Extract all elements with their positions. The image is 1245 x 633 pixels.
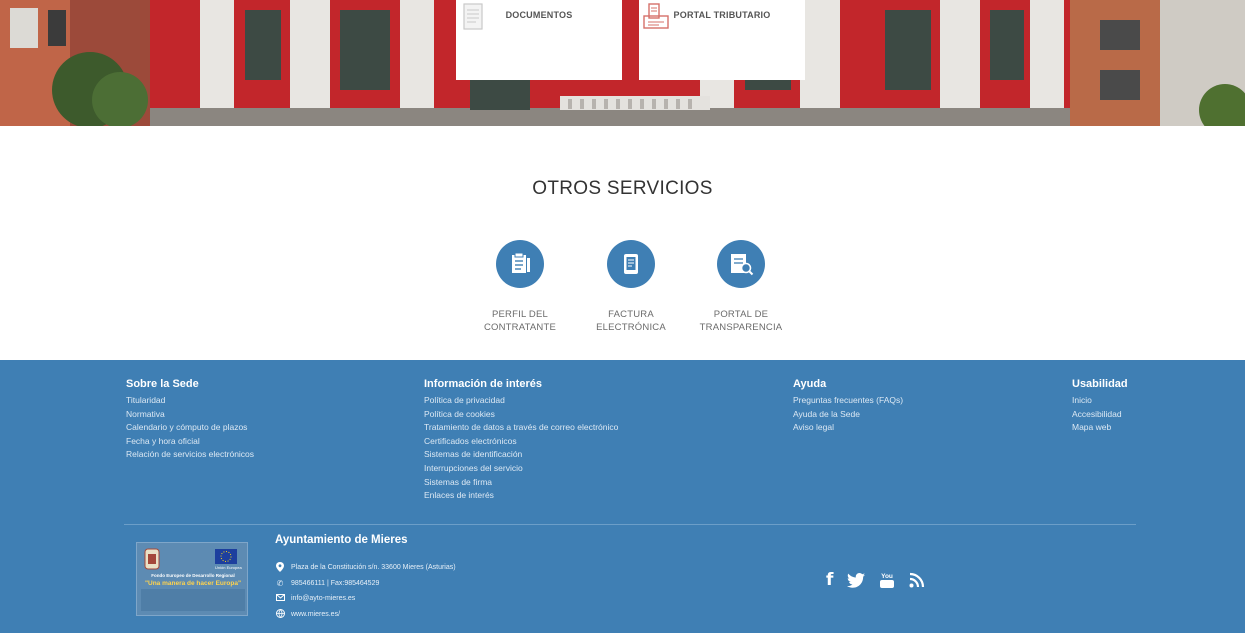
service-factura-electronica-label: FACTURA ELECTRÓNICA xyxy=(596,309,666,333)
footer-col-title: Ayuda xyxy=(793,378,827,390)
footer-link-privacidad[interactable]: Política de privacidad xyxy=(424,394,618,408)
footer-link-mapa-web[interactable]: Mapa web xyxy=(1072,421,1128,435)
service-portal-transparencia[interactable]: PORTAL DE TRANSPARENCIA xyxy=(686,240,796,334)
footer-link-relacion-servicios[interactable]: Relación de servicios electrónicos xyxy=(126,448,254,462)
location-pin-icon xyxy=(275,561,285,574)
feder-line1: Fondo Europeo de Desarrollo Regional xyxy=(151,573,235,578)
document-icon xyxy=(463,3,556,66)
footer-link-interrupciones[interactable]: Interrupciones del servicio xyxy=(424,462,618,476)
contract-profile-icon xyxy=(496,240,544,288)
footer-col-title: Sobre la Sede xyxy=(126,378,199,390)
svg-text:You: You xyxy=(882,573,894,580)
contact-web-row: www.mieres.es/ xyxy=(275,607,456,623)
twitter-icon[interactable] xyxy=(847,572,866,588)
youtube-icon[interactable]: You xyxy=(879,571,895,589)
service-portal-transparencia-label: PORTAL DE TRANSPARENCIA xyxy=(699,309,783,333)
footer-divider xyxy=(124,524,1136,525)
service-perfil-contratante-label: PERFIL DEL CONTRATANTE xyxy=(483,309,557,333)
service-factura-electronica[interactable]: FACTURA ELECTRÓNICA xyxy=(576,240,686,334)
hero-banner: DOCUMENTOS PORTAL TRIBUTARIO xyxy=(0,0,1245,126)
contact-phone: 985466111 | Fax:985464529 xyxy=(291,579,380,587)
footer-link-cookies[interactable]: Política de cookies xyxy=(424,408,618,422)
footer-col-ayuda: Ayuda Preguntas frecuentes (FAQs) Ayuda … xyxy=(793,378,903,435)
footer-link-calendario[interactable]: Calendario y cómputo de plazos xyxy=(126,421,254,435)
envelope-icon xyxy=(275,594,285,603)
card-portal-tributario[interactable]: PORTAL TRIBUTARIO xyxy=(639,0,805,80)
otros-servicios-title: OTROS SERVICIOS xyxy=(532,178,713,199)
footer-link-identificacion[interactable]: Sistemas de identificación xyxy=(424,448,618,462)
footer-link-aviso-legal[interactable]: Aviso legal xyxy=(793,421,903,435)
footer-link-accesibilidad[interactable]: Accesibilidad xyxy=(1072,408,1128,422)
contact-web[interactable]: www.mieres.es/ xyxy=(291,611,340,618)
globe-icon xyxy=(275,608,285,620)
feder-eu-label: Unión Europea xyxy=(215,565,242,570)
footer-link-tratamiento-datos[interactable]: Tratamiento de datos a través de correo … xyxy=(424,421,618,435)
contact-phone-row: ✆ 985466111 | Fax:985464529 xyxy=(275,576,456,592)
facebook-icon[interactable]: f xyxy=(826,570,833,590)
rss-icon[interactable] xyxy=(909,572,925,588)
footer-link-certificados[interactable]: Certificados electrónicos xyxy=(424,435,618,449)
footer-col-title: Información de interés xyxy=(424,378,542,390)
social-links: f You xyxy=(826,570,925,590)
footer-link-titularidad[interactable]: Titularidad xyxy=(126,394,254,408)
feder-logo: Unión Europea Fondo Europeo de Desarroll… xyxy=(136,542,248,616)
footer-link-firma[interactable]: Sistemas de firma xyxy=(424,476,618,490)
footer-col-informacion: Información de interés Política de priva… xyxy=(424,378,618,503)
phone-icon: ✆ xyxy=(276,578,284,588)
transparency-icon xyxy=(717,240,765,288)
footer-col-sobre-la-sede: Sobre la Sede Titularidad Normativa Cale… xyxy=(126,378,254,462)
contact-email[interactable]: info@ayto-mieres.es xyxy=(291,595,355,602)
org-name: Ayuntamiento de Mieres xyxy=(275,534,408,546)
e-invoice-icon xyxy=(607,240,655,288)
feder-line2: "Una manera de hacer Europa" xyxy=(144,580,242,587)
contact-info: Plaza de la Constitución s/n. 33600 Mier… xyxy=(275,560,456,622)
footer-link-enlaces[interactable]: Enlaces de interés xyxy=(424,489,618,503)
contact-address: Plaza de la Constitución s/n. 33600 Mier… xyxy=(291,564,456,572)
card-documentos[interactable]: DOCUMENTOS xyxy=(456,0,622,80)
footer-link-inicio[interactable]: Inicio xyxy=(1072,394,1128,408)
footer-link-faqs[interactable]: Preguntas frecuentes (FAQs) xyxy=(793,394,903,408)
contact-email-row: info@ayto-mieres.es xyxy=(275,591,456,607)
building-facade-image xyxy=(0,0,1245,126)
footer-col-title: Usabilidad xyxy=(1072,378,1128,390)
footer-col-usabilidad: Usabilidad Inicio Accesibilidad Mapa web xyxy=(1072,378,1128,435)
footer-link-normativa[interactable]: Normativa xyxy=(126,408,254,422)
service-perfil-contratante[interactable]: PERFIL DEL CONTRATANTE xyxy=(465,240,575,334)
tax-portal-icon xyxy=(643,3,739,66)
contact-address-row: Plaza de la Constitución s/n. 33600 Mier… xyxy=(275,560,456,576)
footer-link-ayuda-sede[interactable]: Ayuda de la Sede xyxy=(793,408,903,422)
footer: Sobre la Sede Titularidad Normativa Cale… xyxy=(0,360,1245,633)
footer-link-fecha-hora[interactable]: Fecha y hora oficial xyxy=(126,435,254,449)
